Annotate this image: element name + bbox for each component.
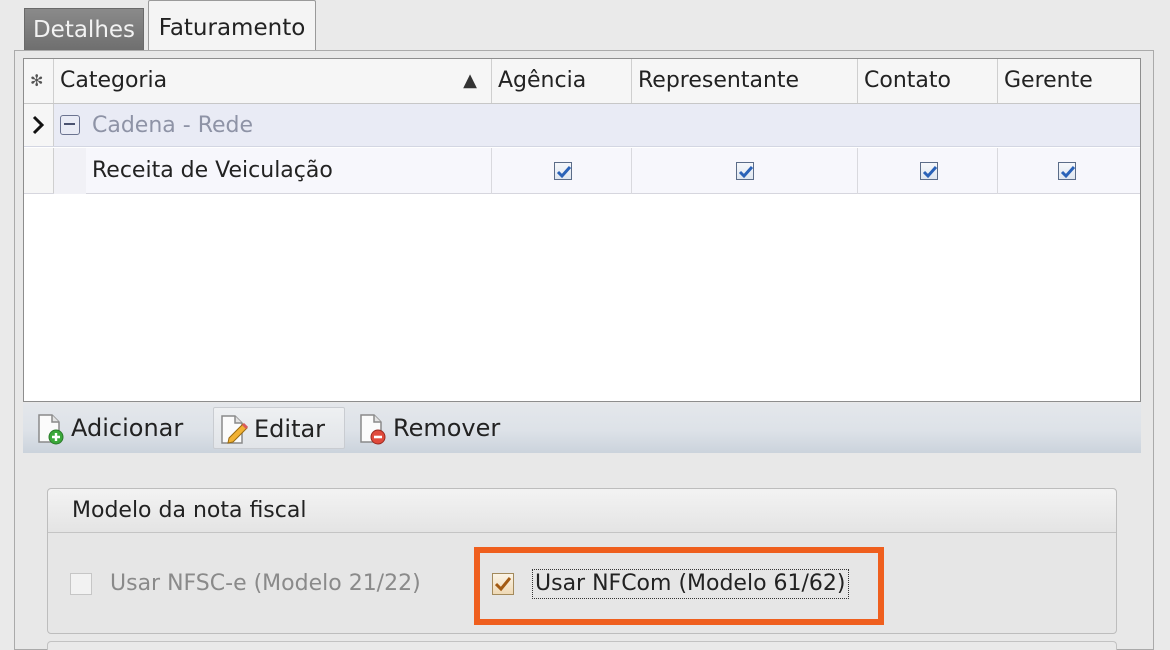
chevron-right-icon [32,115,45,135]
window: Detalhes Faturamento ✻ Categoria ▲ Agênc… [0,0,1170,650]
remove-button[interactable]: Remover [353,407,523,449]
gerente-checkbox[interactable] [1058,162,1076,180]
add-button-label: Adicionar [71,414,184,442]
cell-representante[interactable] [632,148,858,194]
column-header-contato[interactable]: Contato [858,59,998,103]
edit-document-icon [221,415,248,444]
edit-button[interactable]: Editar [213,407,345,449]
invoice-model-groupbox: Modelo da nota fiscal Usar NFSC-e (Model… [47,488,1117,634]
tab-faturamento[interactable]: Faturamento [148,0,316,50]
nfcom-checkbox[interactable] [492,573,514,595]
checkmark-icon [495,577,511,592]
checkmark-icon [738,166,754,179]
checkmark-icon [922,166,938,179]
representante-checkbox[interactable] [736,162,754,180]
row-indicator [24,148,54,193]
checkmark-icon [556,166,572,179]
cell-gerente[interactable] [998,148,1140,194]
cell-contato[interactable] [858,148,998,194]
checkmark-icon [1060,166,1076,179]
table-row[interactable]: Receita de Veiculação [24,148,1140,194]
add-document-icon [38,414,64,445]
nfcom-label[interactable]: Usar NFCom (Modelo 61/62) [532,569,849,599]
grid-header: ✻ Categoria ▲ Agência Representante Cont… [24,59,1140,104]
nfsc-label: Usar NFSC-e (Modelo 21/22) [110,571,421,596]
row-indicator-header[interactable]: ✻ [24,59,54,103]
agencia-checkbox[interactable] [554,162,572,180]
group-label: Cadena - Rede [92,113,254,138]
sort-ascending-icon: ▲ [463,70,477,91]
edit-button-label: Editar [254,415,326,443]
tab-detalhes[interactable]: Detalhes [24,8,144,50]
next-groupbox-edge [47,641,1117,650]
tab-panel-faturamento: ✻ Categoria ▲ Agência Representante Cont… [14,50,1154,650]
cell-agencia[interactable] [492,148,632,194]
add-button[interactable]: Adicionar [31,407,207,449]
remove-document-icon [360,414,386,445]
groupbox-title: Modelo da nota fiscal [48,489,1116,533]
remove-button-label: Remover [393,414,501,442]
current-row-indicator [24,104,54,146]
collapse-group-icon[interactable] [60,115,80,135]
contato-checkbox[interactable] [920,162,938,180]
indent-cell [54,148,86,194]
column-header-gerente[interactable]: Gerente [998,59,1140,103]
column-header-categoria[interactable]: Categoria ▲ [54,59,492,103]
column-header-label: Categoria [60,68,168,93]
billing-grid: ✻ Categoria ▲ Agência Representante Cont… [23,58,1141,402]
nfsc-checkbox [70,573,92,595]
grid-toolbar: Adicionar Editar Remover [23,403,1141,453]
cell-categoria[interactable]: Receita de Veiculação [86,148,492,194]
column-header-agencia[interactable]: Agência [492,59,632,103]
column-header-representante[interactable]: Representante [632,59,858,103]
group-row[interactable]: Cadena - Rede [24,104,1140,147]
